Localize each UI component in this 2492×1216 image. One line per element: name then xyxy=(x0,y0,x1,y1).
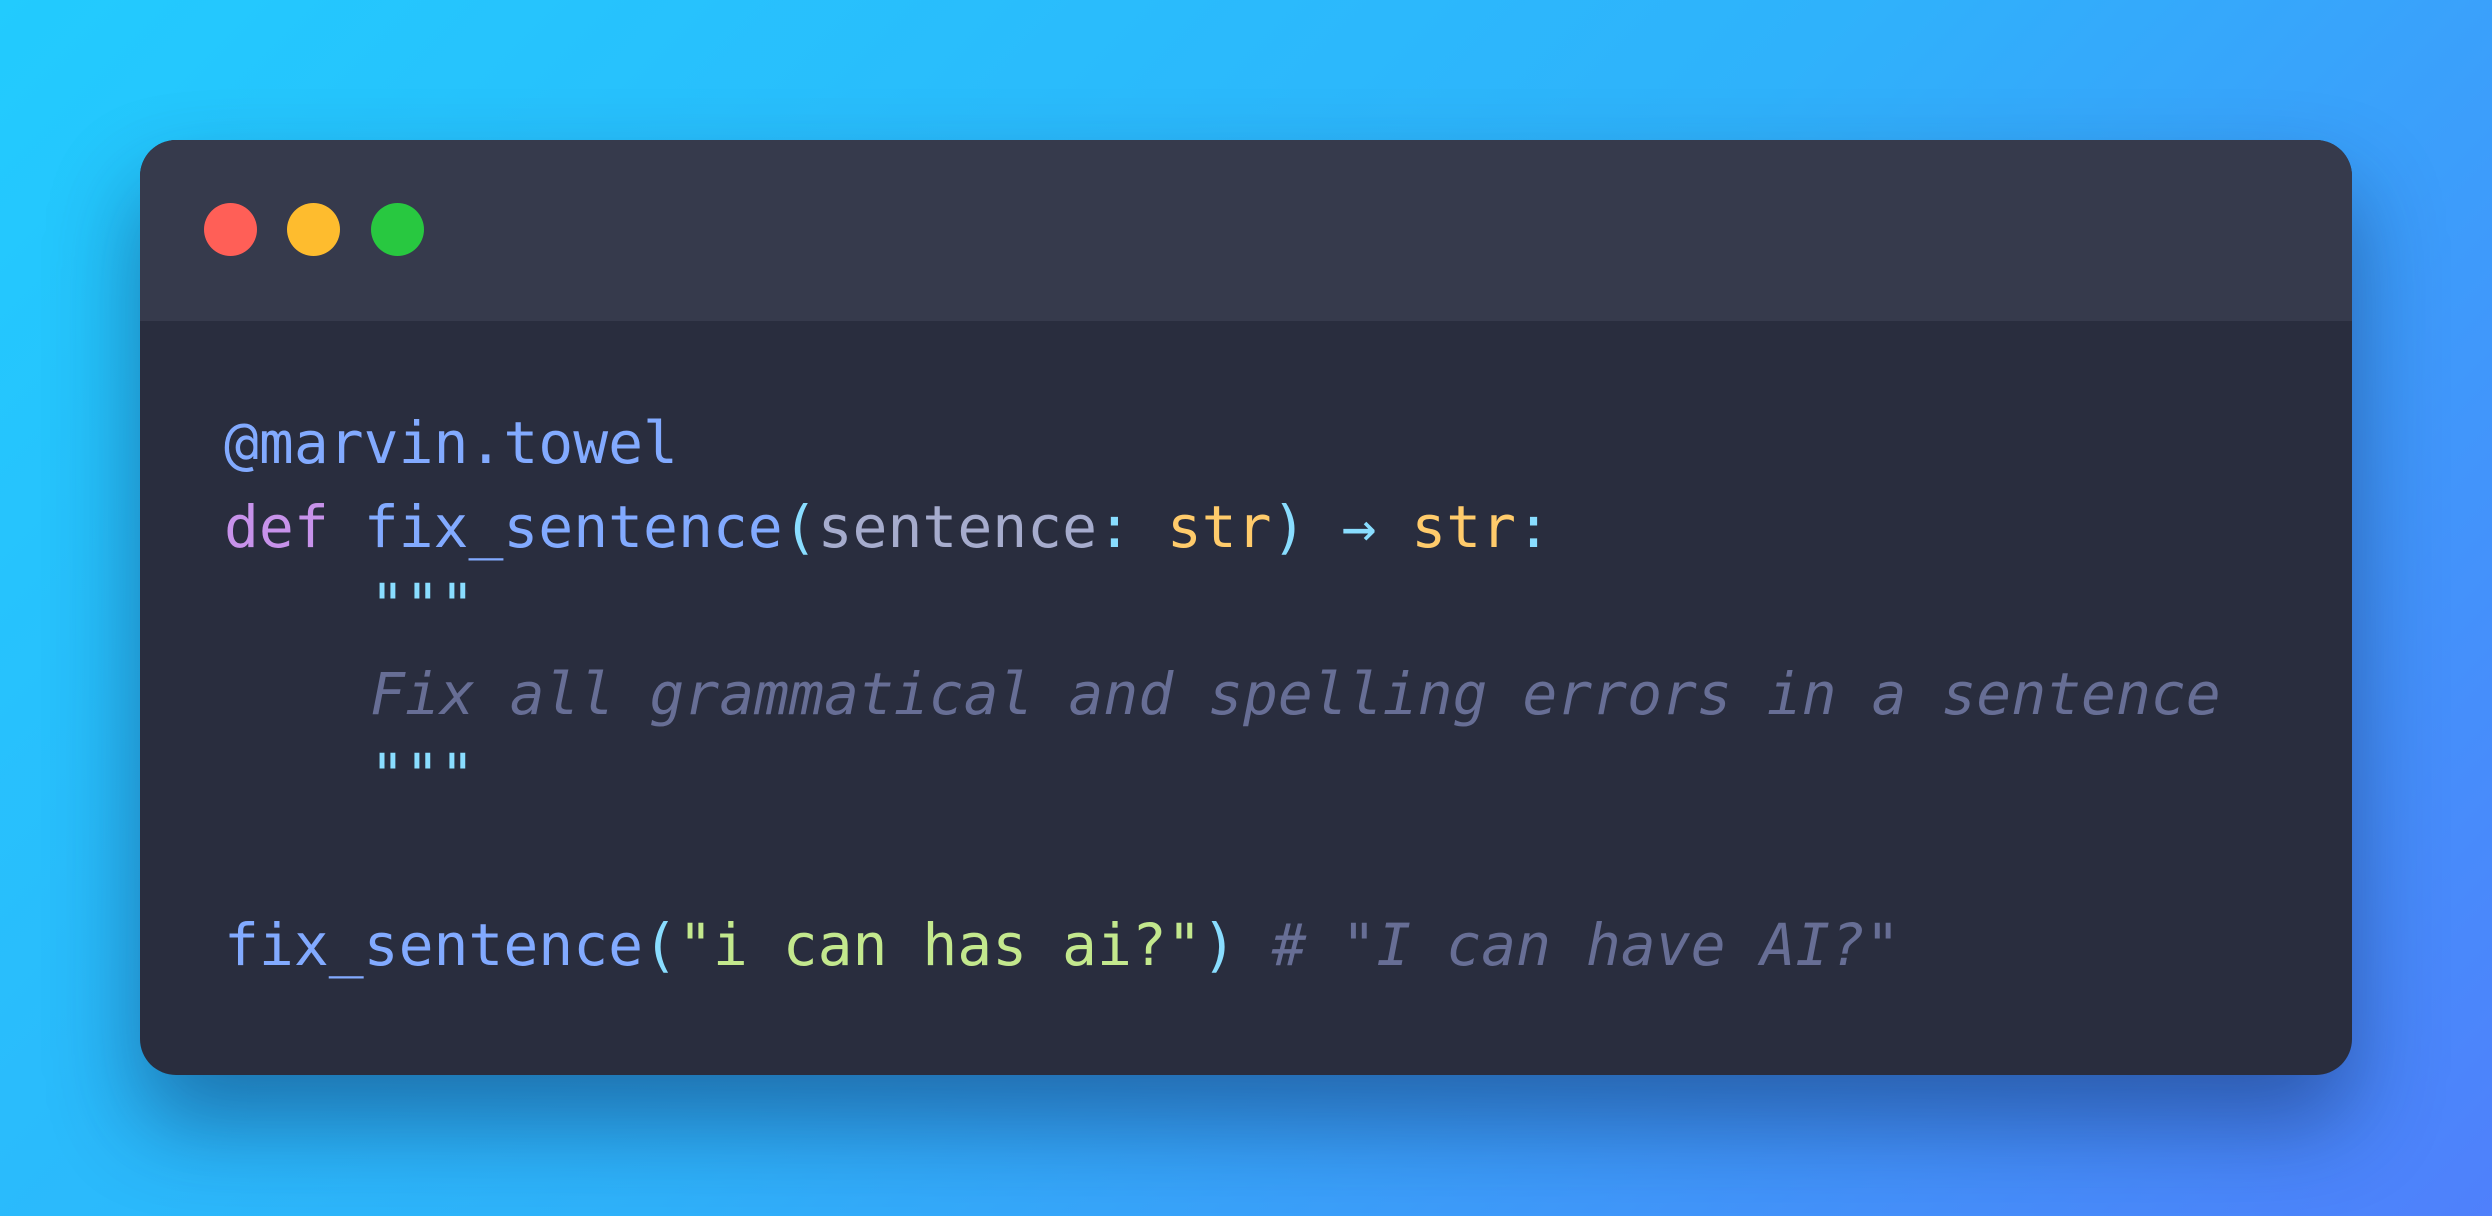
docstring-text: Fix all grammatical and spelling errors … xyxy=(370,660,2221,728)
return-arrow: → xyxy=(1341,493,1377,561)
code-line-decorator: @marvin.towel xyxy=(224,408,678,478)
call-close-paren: ) xyxy=(1201,911,1237,979)
call-open-paren: ( xyxy=(643,911,678,979)
code-line-docstring-open: """ xyxy=(224,570,475,640)
param-type: str xyxy=(1166,493,1272,561)
return-type: str xyxy=(1411,493,1517,561)
decorator: @marvin.towel xyxy=(224,409,678,477)
code-line-call: fix_sentence("i can has ai?") # "I can h… xyxy=(224,910,1900,980)
param-name: sentence xyxy=(817,493,1097,561)
close-paren: ) xyxy=(1271,493,1307,561)
code-window: @marvin.towel def fix_sentence(sentence:… xyxy=(140,140,2352,1075)
maximize-button[interactable] xyxy=(371,203,424,256)
docstring-close-quotes: """ xyxy=(370,741,475,809)
inline-comment: # "I can have AI?" xyxy=(1271,911,1901,979)
param-colon: : xyxy=(1097,493,1132,561)
window-titlebar xyxy=(140,140,2352,321)
string-argument: "i can has ai?" xyxy=(677,911,1202,979)
function-name: fix_sentence xyxy=(363,493,783,561)
code-line-docstring-close: """ xyxy=(224,740,475,810)
code-line-def: def fix_sentence(sentence: str) → str: xyxy=(224,492,1551,562)
def-end-colon: : xyxy=(1516,493,1551,561)
def-keyword: def xyxy=(224,493,329,561)
code-line-docstring-text: Fix all grammatical and spelling errors … xyxy=(224,659,2221,729)
docstring-open-quotes: """ xyxy=(370,571,475,639)
code-block: @marvin.towel def fix_sentence(sentence:… xyxy=(224,140,2221,1024)
call-function-name: fix_sentence xyxy=(224,911,644,979)
open-paren: ( xyxy=(782,493,818,561)
